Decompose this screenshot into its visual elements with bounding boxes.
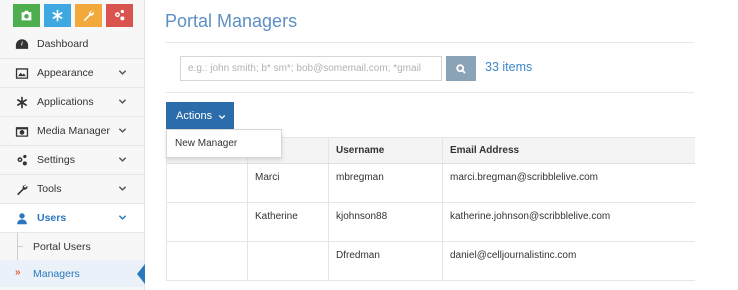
table-row[interactable]: Katherine kjohnson88 katherine.johnson@s…	[166, 203, 695, 242]
camera-icon	[21, 10, 32, 21]
quick-tools-button[interactable]	[75, 4, 102, 27]
tree-dash	[17, 246, 23, 247]
active-pointer-icon	[137, 264, 145, 284]
wrench-icon	[14, 182, 30, 196]
cogs-icon	[14, 153, 30, 167]
username-cell: kjohnson88	[329, 203, 443, 241]
column-header-username[interactable]: Username	[329, 138, 443, 163]
divider	[165, 42, 694, 43]
sidebar-item-media-manager[interactable]: Media Manager	[0, 117, 144, 146]
items-count: 33 items	[485, 60, 533, 74]
sidebar-subitem-label: Managers	[33, 267, 80, 280]
user-icon	[14, 211, 30, 225]
name-cell: Marci	[248, 164, 329, 202]
camera-icon	[14, 124, 30, 138]
sidebar-item-label: Dashboard	[37, 38, 89, 50]
sidebar-subitem-portal-users[interactable]: Portal Users	[0, 233, 144, 260]
search-icon	[456, 63, 466, 74]
sidebar-item-label: Applications	[37, 96, 94, 108]
table-row[interactable]: Marci mbregman marci.bregman@scribbleliv…	[166, 164, 695, 203]
sidebar-subitem-label: Portal Users	[33, 240, 91, 253]
quick-settings-button[interactable]	[106, 4, 133, 27]
chevron-down-icon	[118, 184, 127, 193]
sidebar-item-label: Settings	[37, 154, 75, 166]
quick-actions-bar	[0, 0, 144, 30]
chevron-down-icon	[118, 155, 127, 164]
email-cell: daniel@celljournalistinc.com	[450, 250, 577, 261]
sidebar-item-applications[interactable]: Applications	[0, 88, 144, 117]
email-cell: marci.bregman@scribblelive.com	[450, 172, 598, 183]
cogs-icon	[115, 9, 125, 21]
sidebar: Dashboard Appearance Applications Media …	[0, 0, 145, 290]
main-content: Portal Managers 33 items Actions Name Us…	[146, 0, 738, 290]
actions-button[interactable]: Actions	[166, 102, 234, 129]
page-title: Portal Managers	[165, 11, 298, 31]
divider	[165, 92, 694, 93]
row-select-cell[interactable]	[166, 164, 248, 202]
chevron-down-icon	[118, 213, 127, 222]
email-cell: katherine.johnson@scribblelive.com	[450, 211, 611, 222]
chevron-down-icon	[218, 112, 226, 120]
image-icon	[14, 66, 30, 80]
actions-button-label: Actions	[176, 109, 213, 122]
column-header-email[interactable]: Email Address	[443, 138, 695, 163]
dashboard-icon	[14, 37, 30, 51]
username-cell: Dfredman	[329, 242, 443, 280]
search-input[interactable]	[180, 56, 442, 81]
chevron-down-icon	[118, 126, 127, 135]
sidebar-item-users[interactable]: Users	[0, 204, 144, 233]
search-button[interactable]	[446, 56, 476, 81]
chevron-down-icon	[118, 97, 127, 106]
sidebar-item-label: Appearance	[37, 67, 94, 79]
sidebar-item-label: Tools	[37, 183, 62, 195]
sidebar-item-tools[interactable]: Tools	[0, 175, 144, 204]
sidebar-item-label: Media Manager	[37, 125, 110, 137]
table-row[interactable]: Dfredman daniel@celljournalistinc.com	[166, 242, 695, 281]
wrench-icon	[83, 10, 94, 22]
name-cell	[248, 242, 329, 280]
chevron-down-icon	[118, 68, 127, 77]
managers-table: Name Username Email Address Marci mbregm…	[166, 137, 695, 281]
quick-applications-button[interactable]	[44, 4, 71, 27]
row-select-cell[interactable]	[166, 203, 248, 241]
sidebar-item-dashboard[interactable]: Dashboard	[0, 30, 144, 59]
actions-dropdown-menu: New Manager	[166, 129, 282, 158]
sidebar-item-label: Users	[37, 212, 67, 224]
username-cell: mbregman	[329, 164, 443, 202]
asterisk-icon	[14, 95, 30, 109]
current-marker-icon: »	[15, 267, 21, 278]
quick-media-button[interactable]	[13, 4, 40, 27]
menu-item-new-manager[interactable]: New Manager	[175, 138, 237, 149]
sidebar-subitem-managers[interactable]: » Managers	[0, 260, 145, 287]
name-cell: Katherine	[248, 203, 329, 241]
row-select-cell[interactable]	[166, 242, 248, 280]
sidebar-item-settings[interactable]: Settings	[0, 146, 144, 175]
sidebar-item-appearance[interactable]: Appearance	[0, 59, 144, 88]
asterisk-icon	[52, 9, 63, 22]
